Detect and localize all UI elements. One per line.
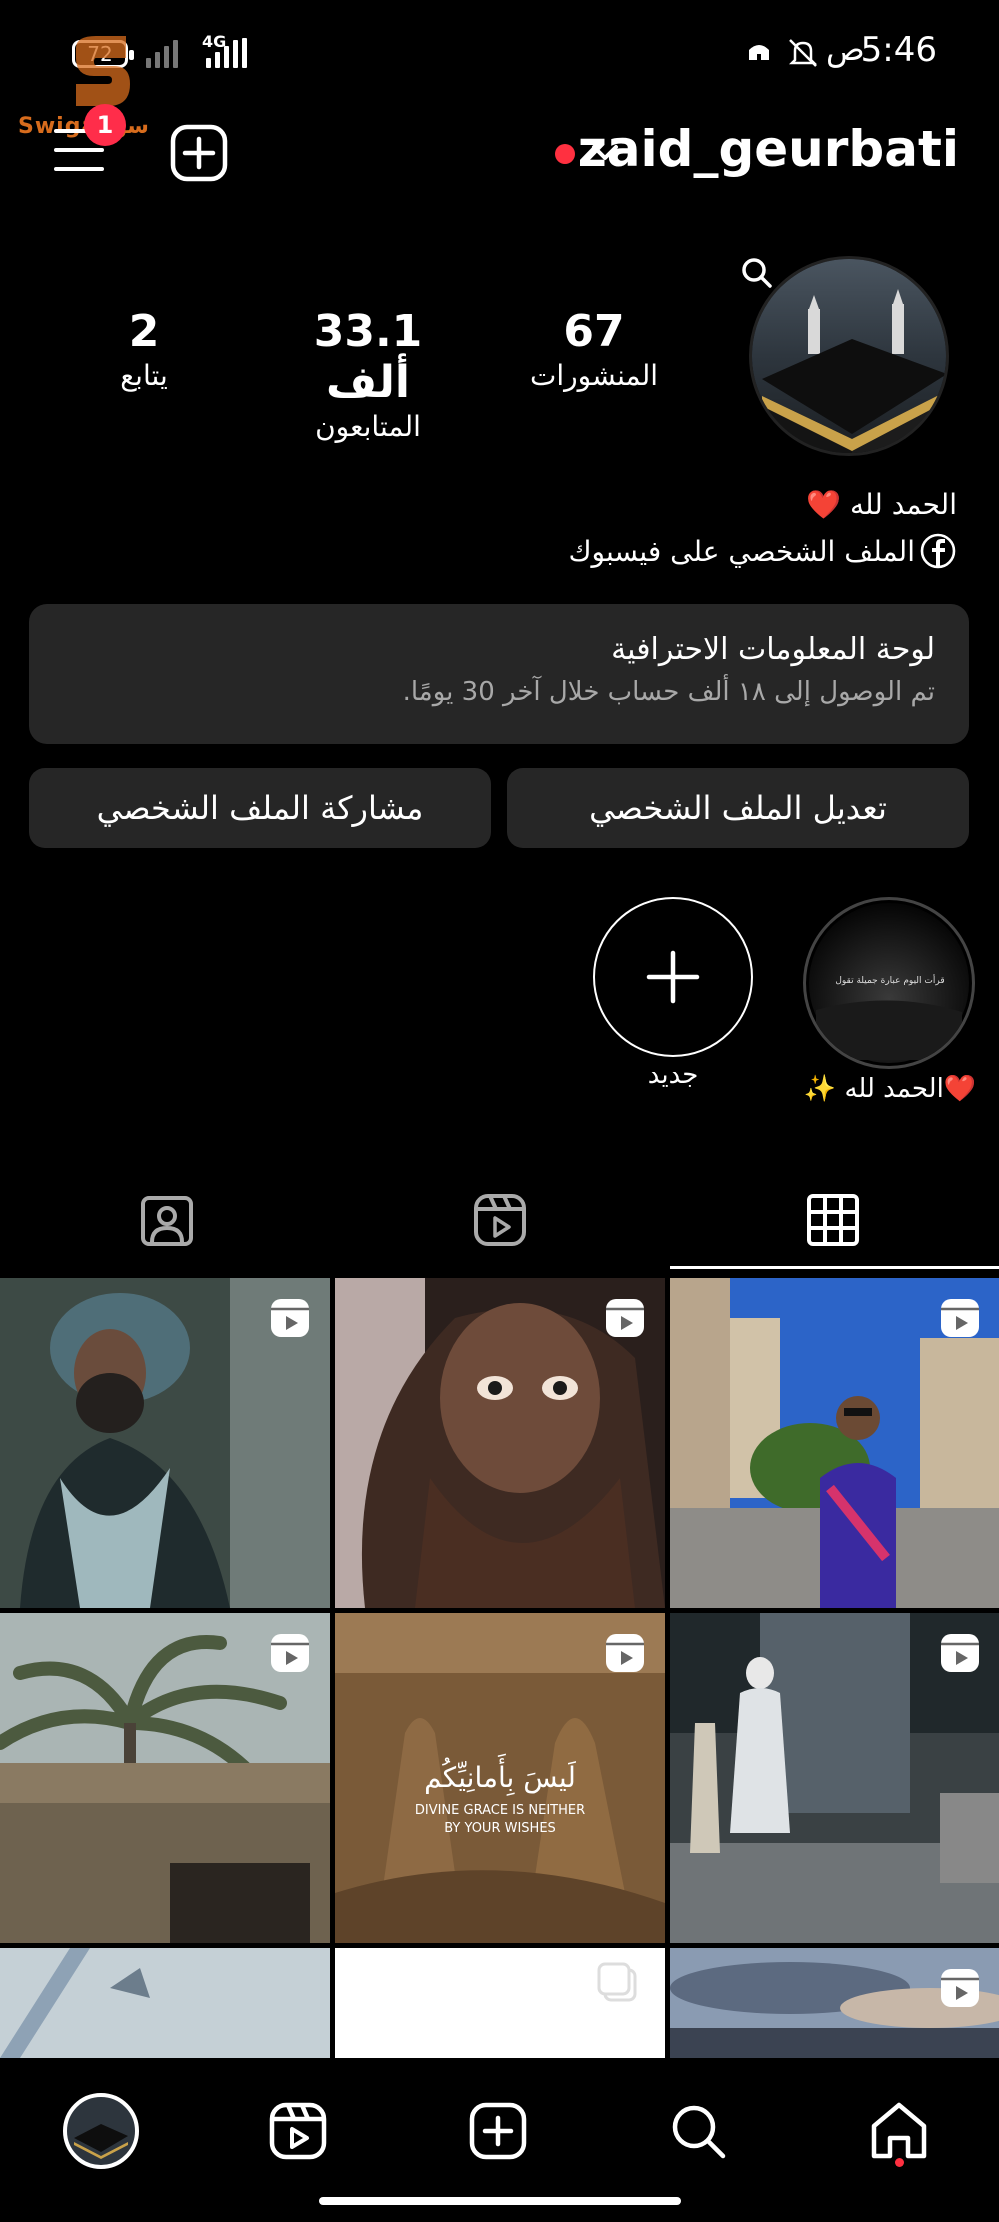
grid-post-6[interactable] (670, 1613, 999, 1943)
nav-search[interactable] (653, 2086, 743, 2176)
reel-badge-icon (271, 1299, 309, 1337)
signal-strength-sim2 (206, 38, 247, 68)
posts-stat[interactable]: 67 المنشورات (494, 306, 694, 392)
nav-create[interactable] (453, 2086, 543, 2176)
highlight-label: ❤️الحمد لله ✨ (803, 1074, 977, 1104)
kaaba-image (752, 259, 946, 453)
following-stat[interactable]: 2 يتابع (44, 306, 244, 392)
reels-icon (269, 2102, 327, 2160)
tagged-person-icon (140, 1196, 193, 1246)
dashboard-subtitle: تم الوصول إلى ١٨ ألف حساب خلال آخر 30 يو… (402, 677, 935, 707)
facebook-profile-link[interactable]: الملف الشخصي على فيسبوك (568, 532, 957, 570)
highlight-caption: قرأت اليوم عبارة جميلة تقول (835, 976, 945, 986)
post-thumbnail (335, 1948, 665, 2058)
grid-post-1[interactable] (0, 1278, 330, 1608)
profile-avatar-icon (63, 2093, 139, 2169)
mosque-notification-icon (749, 45, 769, 60)
plus-icon (646, 950, 700, 1004)
grid-post-3[interactable] (670, 1278, 999, 1608)
new-highlight-button[interactable] (593, 897, 753, 1057)
grid-post-2[interactable] (335, 1278, 665, 1608)
followers-label: المتابعون (315, 410, 421, 443)
account-username[interactable]: zaid_geurbati (578, 120, 959, 178)
tab-tagged[interactable] (0, 1170, 333, 1270)
story-highlight[interactable]: قرأت اليوم عبارة جميلة تقول (803, 897, 975, 1069)
active-tab-indicator (670, 1266, 999, 1269)
bio-text: الحمد لله ❤️ (806, 488, 957, 521)
gesture-home-bar[interactable] (319, 2197, 681, 2205)
new-highlight-label: جديد (647, 1060, 699, 1090)
new-activity-dot (555, 144, 575, 164)
posts-label: المنشورات (529, 359, 659, 392)
following-count: 2 (128, 306, 160, 357)
grid-post-8[interactable] (335, 1948, 665, 2058)
tab-posts-grid[interactable] (666, 1170, 999, 1270)
nav-reels[interactable] (253, 2086, 343, 2176)
post-thumbnail (0, 1948, 330, 2058)
post-caption-english-1: DIVINE GRACE IS NEITHER (414, 1803, 586, 1818)
reel-badge-icon (941, 1634, 979, 1672)
reel-badge-icon (941, 1969, 979, 2007)
edit-profile-button[interactable]: تعديل الملف الشخصي (507, 768, 969, 848)
share-profile-button[interactable]: مشاركة الملف الشخصي (29, 768, 491, 848)
am-pm-label: ص (826, 30, 865, 68)
dashboard-title: لوحة المعلومات الاحترافية (611, 632, 935, 667)
grid-post-4[interactable] (0, 1613, 330, 1943)
home-activity-dot (895, 2158, 904, 2167)
post-caption-english-2: BY YOUR WISHES (444, 1821, 556, 1836)
followers-stat[interactable]: 33.1 ألف المتابعون (268, 306, 468, 443)
nav-profile[interactable] (56, 2086, 146, 2176)
reels-icon (473, 1194, 526, 1246)
profile-avatar[interactable] (749, 256, 949, 456)
menu-notification-badge: 1 (84, 104, 126, 146)
grid-post-9[interactable] (670, 1948, 999, 2058)
facebook-link-label: الملف الشخصي على فيسبوك (568, 534, 915, 568)
reel-badge-icon (606, 1634, 644, 1672)
reel-badge-icon (271, 1634, 309, 1672)
grid-post-5[interactable]: لَيسَ بِأَمانِيِّكُم DIVINE GRACE IS NEI… (335, 1613, 665, 1943)
reel-badge-icon (606, 1299, 644, 1337)
create-post-icon (469, 2102, 527, 2160)
followers-count: 33.1 ألف (313, 306, 423, 408)
posts-count: 67 (563, 306, 625, 357)
professional-dashboard-card[interactable]: لوحة المعلومات الاحترافية تم الوصول إلى … (29, 604, 969, 744)
post-caption-arabic: لَيسَ بِأَمانِيِّكُم (424, 1761, 576, 1794)
search-icon[interactable] (740, 256, 774, 290)
facebook-icon (920, 533, 956, 569)
grid-post-7[interactable] (0, 1948, 330, 2058)
reel-badge-icon (941, 1299, 979, 1337)
create-post-icon[interactable] (170, 124, 228, 182)
clock: 5:46 (860, 30, 937, 70)
following-label: يتابع (120, 359, 168, 392)
tab-reels[interactable] (333, 1170, 666, 1270)
grid-icon (806, 1194, 859, 1246)
search-icon (672, 2105, 726, 2159)
home-icon (871, 2102, 927, 2159)
mute-bell-icon (788, 39, 818, 67)
